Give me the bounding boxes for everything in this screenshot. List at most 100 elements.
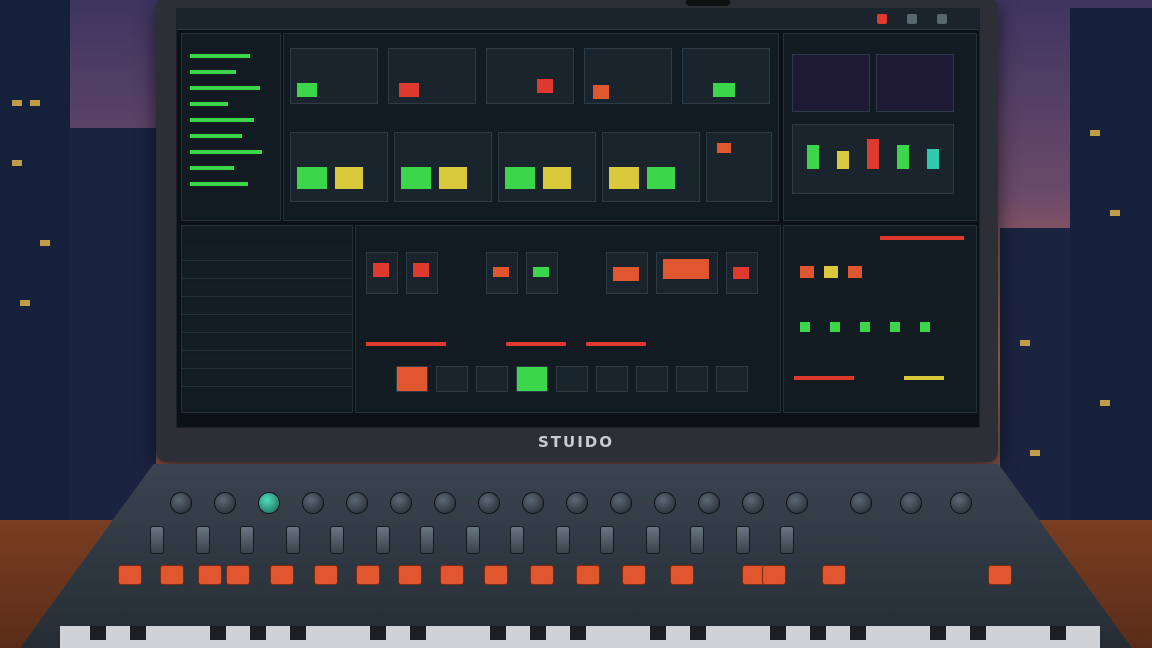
clip-slot[interactable]	[682, 48, 770, 104]
close-icon[interactable]	[877, 14, 887, 24]
mixer-knob[interactable]	[346, 492, 368, 514]
mixer-knob[interactable]	[742, 492, 764, 514]
channel-fader[interactable]	[420, 526, 434, 554]
channel-fader[interactable]	[330, 526, 344, 554]
mixer-knob[interactable]	[170, 492, 192, 514]
black-key[interactable]	[210, 626, 226, 640]
black-key[interactable]	[650, 626, 666, 640]
list-item[interactable]	[182, 318, 352, 333]
mixer-knob[interactable]	[566, 492, 588, 514]
channel-fader[interactable]	[556, 526, 570, 554]
black-key[interactable]	[970, 626, 986, 640]
pattern-step[interactable]	[596, 366, 628, 392]
clip-slot[interactable]	[486, 48, 574, 104]
mixer-knob[interactable]	[390, 492, 412, 514]
mixer-knob[interactable]	[950, 492, 972, 514]
mixer-knob[interactable]	[850, 492, 872, 514]
black-key[interactable]	[930, 626, 946, 640]
pattern-step[interactable]	[436, 366, 468, 392]
mixer-knob[interactable]	[214, 492, 236, 514]
list-item[interactable]	[182, 264, 352, 279]
black-key[interactable]	[250, 626, 266, 640]
channel-fader[interactable]	[240, 526, 254, 554]
channel-button[interactable]	[198, 565, 222, 585]
channel-button[interactable]	[314, 565, 338, 585]
black-key[interactable]	[410, 626, 426, 640]
pattern-step[interactable]	[636, 366, 668, 392]
channel-button[interactable]	[440, 565, 464, 585]
channel-button[interactable]	[576, 565, 600, 585]
clip-slot[interactable]	[706, 132, 772, 202]
mixer-knob[interactable]	[610, 492, 632, 514]
channel-fader[interactable]	[466, 526, 480, 554]
channel-fader[interactable]	[736, 526, 750, 554]
device-slot[interactable]	[726, 252, 758, 294]
black-key[interactable]	[490, 626, 506, 640]
maximize-icon[interactable]	[937, 14, 947, 24]
mixer-knob[interactable]	[258, 492, 280, 514]
pattern-step[interactable]	[556, 366, 588, 392]
mixer-knob[interactable]	[698, 492, 720, 514]
list-item[interactable]	[182, 336, 352, 351]
clip-slot[interactable]	[290, 132, 388, 202]
list-item[interactable]	[182, 246, 352, 261]
clip-slot[interactable]	[498, 132, 596, 202]
black-key[interactable]	[570, 626, 586, 640]
mixer-knob[interactable]	[522, 492, 544, 514]
channel-button[interactable]	[530, 565, 554, 585]
channel-fader[interactable]	[600, 526, 614, 554]
list-item[interactable]	[182, 282, 352, 297]
channel-fader[interactable]	[286, 526, 300, 554]
clip-slot[interactable]	[584, 48, 672, 104]
black-key[interactable]	[530, 626, 546, 640]
device-slot[interactable]	[486, 252, 518, 294]
clip-slot[interactable]	[394, 132, 492, 202]
channel-fader[interactable]	[780, 526, 794, 554]
list-item[interactable]	[182, 372, 352, 387]
black-key[interactable]	[1050, 626, 1066, 640]
device-slot[interactable]	[526, 252, 558, 294]
channel-button[interactable]	[822, 565, 846, 585]
list-item[interactable]	[182, 354, 352, 369]
black-key[interactable]	[770, 626, 786, 640]
black-key[interactable]	[850, 626, 866, 640]
device-slot[interactable]	[406, 252, 438, 294]
mixer-knob[interactable]	[786, 492, 808, 514]
pattern-step[interactable]	[476, 366, 508, 392]
channel-fader[interactable]	[646, 526, 660, 554]
channel-button[interactable]	[226, 565, 250, 585]
channel-fader[interactable]	[150, 526, 164, 554]
channel-button[interactable]	[160, 565, 184, 585]
pattern-step[interactable]	[716, 366, 748, 392]
mixer-knob[interactable]	[302, 492, 324, 514]
clip-slot[interactable]	[388, 48, 476, 104]
device-slot[interactable]	[606, 252, 648, 294]
channel-button[interactable]	[988, 565, 1012, 585]
channel-button[interactable]	[484, 565, 508, 585]
minimize-icon[interactable]	[907, 14, 917, 24]
device-slot[interactable]	[366, 252, 398, 294]
black-key[interactable]	[690, 626, 706, 640]
channel-fader[interactable]	[690, 526, 704, 554]
clip-slot[interactable]	[602, 132, 700, 202]
channel-fader[interactable]	[196, 526, 210, 554]
channel-button[interactable]	[622, 565, 646, 585]
pattern-step[interactable]	[516, 366, 548, 392]
black-key[interactable]	[370, 626, 386, 640]
channel-button[interactable]	[356, 565, 380, 585]
device-slot[interactable]	[656, 252, 718, 294]
mixer-knob[interactable]	[478, 492, 500, 514]
list-item[interactable]	[182, 300, 352, 315]
channel-button[interactable]	[118, 565, 142, 585]
pattern-step[interactable]	[676, 366, 708, 392]
black-key[interactable]	[90, 626, 106, 640]
black-key[interactable]	[810, 626, 826, 640]
mixer-knob[interactable]	[900, 492, 922, 514]
mixer-knob[interactable]	[434, 492, 456, 514]
clip-slot[interactable]	[290, 48, 378, 104]
black-key[interactable]	[290, 626, 306, 640]
channel-button[interactable]	[762, 565, 786, 585]
channel-fader[interactable]	[376, 526, 390, 554]
mixer-knob[interactable]	[654, 492, 676, 514]
channel-button[interactable]	[270, 565, 294, 585]
